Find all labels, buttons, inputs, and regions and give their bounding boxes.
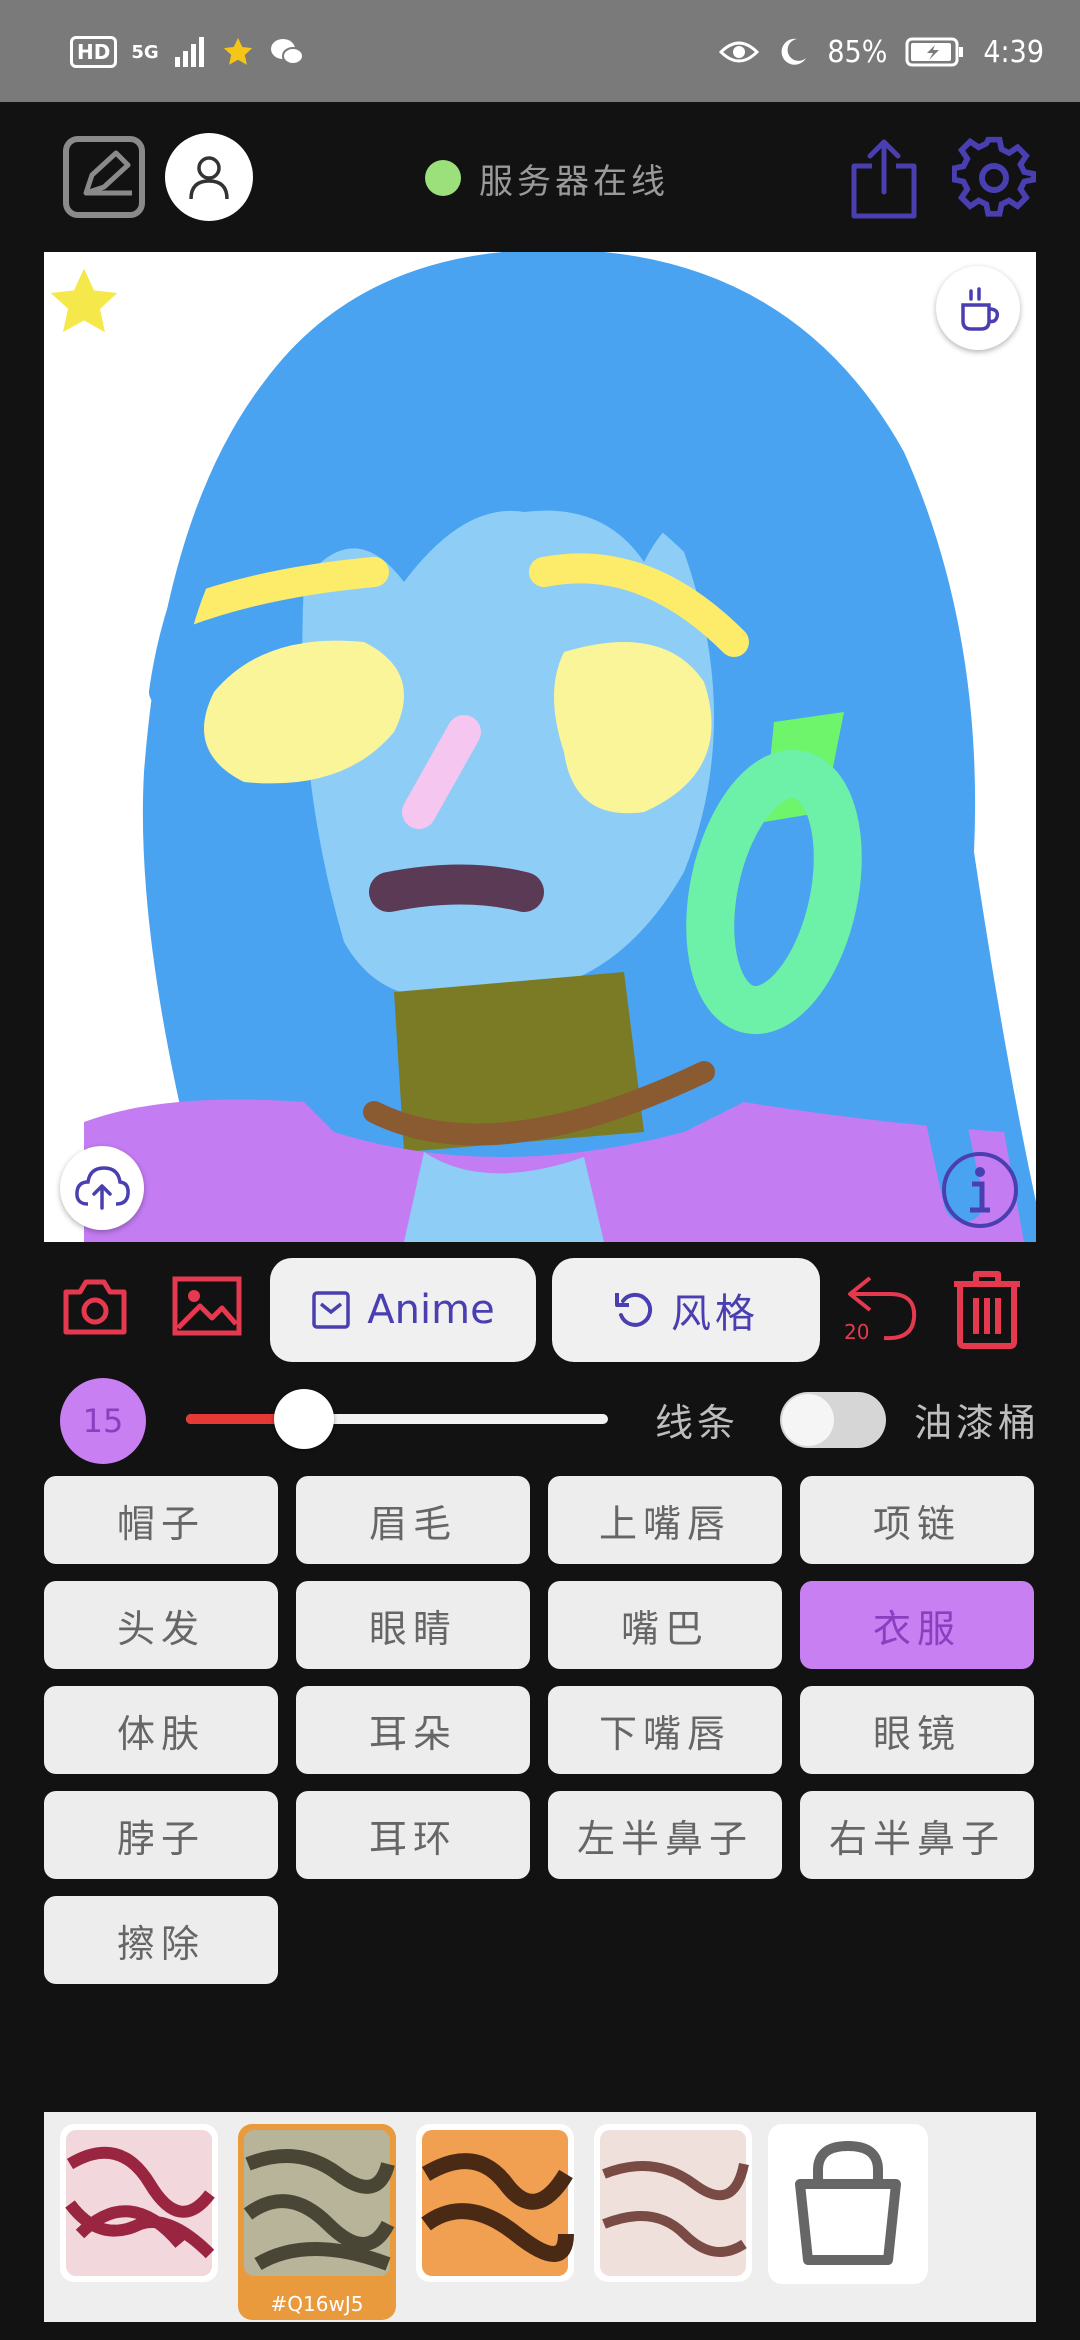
style-label: 风格: [671, 1291, 759, 1337]
sketch-edit-icon: [63, 136, 145, 218]
user-icon: [189, 156, 229, 200]
slider-thumb[interactable]: [274, 1389, 335, 1449]
moon-icon: [781, 38, 807, 65]
coffee-button[interactable]: [936, 266, 1020, 350]
settings-button[interactable]: [952, 136, 1036, 220]
mail-box-icon: [312, 1291, 351, 1329]
brush-size-slider[interactable]: [186, 1414, 608, 1424]
part-button[interactable]: 下嘴唇: [548, 1686, 782, 1774]
brush-size-indicator: 15: [60, 1378, 146, 1464]
info-icon: [942, 1152, 1018, 1228]
style-thumb-4[interactable]: [594, 2124, 752, 2282]
part-button[interactable]: 嘴巴: [548, 1581, 782, 1669]
clock: 4:39: [983, 34, 1044, 70]
gear-icon: [952, 136, 1036, 217]
part-button[interactable]: 眼睛: [296, 1581, 530, 1669]
camera-icon: [63, 1279, 127, 1335]
style-button[interactable]: 风格: [552, 1258, 820, 1362]
delete-button[interactable]: [950, 1268, 1024, 1350]
info-button[interactable]: [940, 1150, 1020, 1230]
hd-badge: HD: [70, 36, 118, 68]
cloud-upload-icon: [75, 1166, 130, 1210]
undo-count: 20: [844, 1320, 870, 1344]
toggle-knob: [782, 1394, 834, 1446]
bucket-label: 油漆桶: [914, 1401, 1041, 1445]
shopping-bag-icon: [795, 2140, 901, 2265]
favorite-star-icon[interactable]: [44, 262, 124, 342]
status-bar: HD 5G 85% 4:39: [0, 0, 1080, 102]
part-button[interactable]: 体肤: [44, 1686, 278, 1774]
part-button[interactable]: 左半鼻子: [548, 1791, 782, 1879]
status-left: HD 5G: [70, 30, 305, 74]
part-button[interactable]: 衣服: [800, 1581, 1034, 1669]
server-status: 服务器在线: [425, 155, 669, 202]
share-icon: [851, 139, 917, 219]
share-button[interactable]: [848, 136, 920, 222]
part-button[interactable]: 右半鼻子: [800, 1791, 1034, 1879]
pattern-orange-image: [421, 2130, 574, 2276]
undo-button[interactable]: 20: [840, 1268, 920, 1348]
pattern-gray-image: [243, 2130, 395, 2276]
part-button[interactable]: 项链: [800, 1476, 1034, 1564]
gallery-button[interactable]: [172, 1276, 242, 1336]
trash-icon: [954, 1271, 1020, 1349]
part-button[interactable]: 头发: [44, 1581, 278, 1669]
part-button[interactable]: 擦除: [44, 1896, 278, 1984]
style-thumb-1[interactable]: [60, 2124, 218, 2282]
part-button[interactable]: 眼镜: [800, 1686, 1034, 1774]
sketch-artwork: [44, 252, 1036, 1242]
style-thumb-3[interactable]: [416, 2124, 574, 2282]
style-thumb-2-selected[interactable]: #Q16wJ5: [238, 2124, 396, 2320]
edit-mode-button[interactable]: [62, 135, 146, 219]
image-icon: [172, 1276, 242, 1336]
drawing-canvas[interactable]: [44, 252, 1036, 1242]
online-dot: [425, 160, 461, 196]
part-button[interactable]: 耳朵: [296, 1686, 530, 1774]
anime-mode-button[interactable]: Anime: [270, 1258, 536, 1362]
network-label: 5G: [131, 41, 159, 63]
wechat-icon: [270, 39, 304, 65]
signal-icon: [174, 37, 204, 67]
server-status-text: 服务器在线: [479, 161, 669, 202]
part-button[interactable]: 眉毛: [296, 1476, 530, 1564]
refresh-icon: [615, 1292, 653, 1327]
pattern-pink-image: [600, 2130, 749, 2276]
battery-icon: [905, 37, 964, 67]
part-button[interactable]: 脖子: [44, 1791, 278, 1879]
camera-button[interactable]: [62, 1276, 128, 1336]
user-profile-button[interactable]: [165, 133, 253, 221]
style-thumbnail-strip: #Q16wJ5: [44, 2112, 1036, 2322]
part-button[interactable]: 上嘴唇: [548, 1476, 782, 1564]
pattern-red-image: [65, 2130, 215, 2276]
part-button[interactable]: 帽子: [44, 1476, 278, 1564]
eye-icon: [719, 41, 760, 63]
upload-button[interactable]: [60, 1146, 144, 1230]
star-badge-icon: [223, 37, 252, 65]
part-button[interactable]: 耳环: [296, 1791, 530, 1879]
coffee-cup-icon: [961, 287, 1000, 331]
anime-label: Anime: [367, 1287, 495, 1333]
selected-style-caption: #Q16wJ5: [270, 2292, 364, 2316]
status-right: 85% 4:39: [719, 30, 1044, 74]
battery-percent: 85%: [827, 34, 888, 70]
shop-button[interactable]: [768, 2124, 928, 2284]
line-label: 线条: [655, 1401, 740, 1445]
bucket-toggle[interactable]: [780, 1392, 886, 1448]
